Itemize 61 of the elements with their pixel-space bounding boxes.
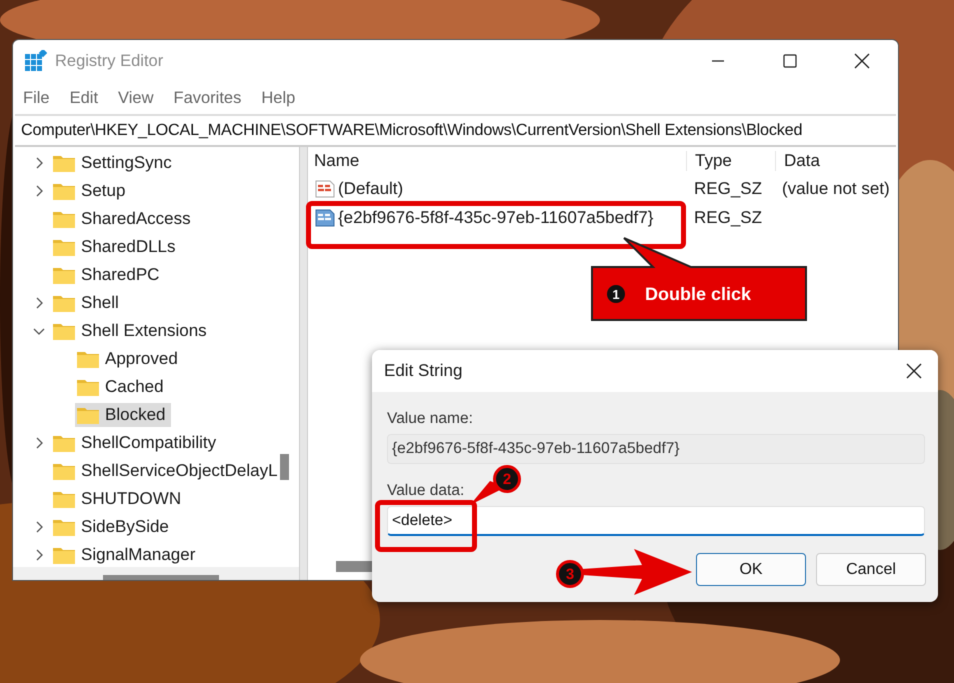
dialog-button[interactable]: Cancel (816, 553, 926, 586)
column-header[interactable]: Name (308, 150, 686, 170)
tree-item[interactable]: SharedPC (51, 263, 166, 287)
value-name: (Default) (338, 178, 404, 198)
tree-item[interactable]: SharedAccess (51, 207, 197, 231)
folder-icon (77, 350, 99, 368)
address-bar[interactable]: Computer\HKEY_LOCAL_MACHINE\SOFTWARE\Microsoft\Windows\CurrentVersion\Shell Extensions\Blocked (15, 114, 896, 147)
dialog-title: Edit String (384, 361, 462, 381)
menu-item[interactable]: Favorites (174, 88, 242, 108)
string-value-icon[interactable] (314, 178, 336, 200)
value-type: REG_SZ (693, 178, 764, 198)
tree-item[interactable]: SideBySide (51, 515, 175, 539)
folder-icon (53, 266, 75, 284)
column-header[interactable]: Data (775, 150, 820, 170)
value-name: {e2bf9676-5f8f-435c-97eb-11607a5bedf7} (338, 208, 654, 228)
registry-icon (25, 50, 47, 72)
window-title: Registry Editor (55, 52, 164, 70)
folder-icon (77, 378, 99, 396)
tree-item[interactable]: Shell (51, 291, 125, 315)
tree-item[interactable]: SettingSync (51, 151, 178, 175)
menu-item[interactable]: Edit (70, 88, 98, 108)
tree-item[interactable]: SharedDLLs (51, 235, 182, 259)
value-data-field[interactable]: <delete> (387, 506, 925, 536)
folder-icon (53, 518, 75, 536)
menu-item[interactable]: File (23, 88, 50, 108)
tree-item[interactable]: Setup (51, 179, 132, 203)
field-label: Value data: (387, 482, 464, 501)
tree-item[interactable]: ShellCompatibility (51, 431, 222, 455)
folder-icon (77, 406, 99, 424)
tree-item[interactable]: SignalManager (51, 543, 202, 567)
folder-icon (53, 210, 75, 228)
tree-item[interactable]: ShellServiceObjectDelayL (51, 459, 284, 483)
close-icon (906, 363, 922, 379)
column-header[interactable]: Type (686, 150, 775, 170)
folder-icon (53, 322, 75, 340)
dialog-button[interactable]: OK (696, 553, 806, 586)
folder-icon (53, 238, 75, 256)
tree-item[interactable]: Cached (75, 375, 170, 399)
tree-item[interactable]: Blocked (75, 403, 172, 427)
folder-icon (53, 546, 75, 564)
value-type: REG_SZ (693, 208, 764, 228)
menu-item[interactable]: Help (261, 88, 296, 108)
folder-icon (53, 182, 75, 200)
tree-item[interactable]: Shell Extensions (51, 319, 213, 343)
close-icon (854, 53, 870, 69)
maximize-icon (783, 54, 797, 68)
value-name-field[interactable]: {e2bf9676-5f8f-435c-97eb-11607a5bedf7} (387, 434, 925, 464)
folder-icon (53, 462, 75, 480)
field-label: Value name: (387, 410, 473, 429)
menu-item[interactable]: View (118, 88, 154, 108)
string-value-icon[interactable] (314, 206, 336, 228)
tree-item[interactable]: Approved (75, 347, 184, 371)
folder-icon (53, 434, 75, 452)
callout-text: Double click (645, 284, 752, 304)
pane-splitter[interactable] (299, 147, 308, 580)
folder-icon (53, 294, 75, 312)
folder-icon (53, 490, 75, 508)
tree-item[interactable]: SHUTDOWN (51, 487, 188, 511)
value-data: (value not set) (781, 178, 890, 198)
scrollbar-thumb[interactable] (280, 454, 289, 480)
folder-icon (53, 154, 75, 172)
